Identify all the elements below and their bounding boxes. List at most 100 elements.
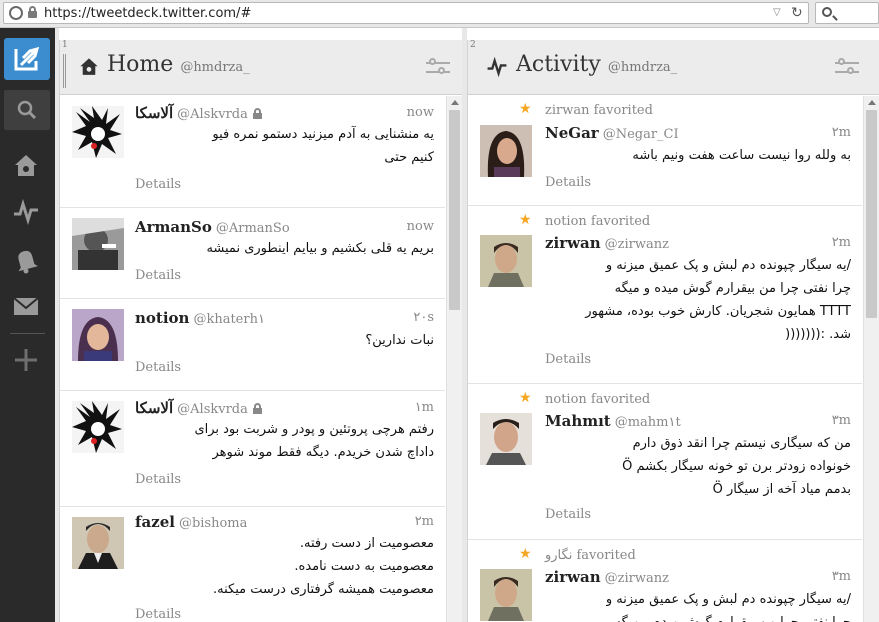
- author-handle[interactable]: @Alskvrda: [177, 107, 248, 122]
- tweet-item[interactable]: fazel @bishoma ٢m معصومیت از دست رفته. مع…: [60, 507, 445, 622]
- tweet-line: کنیم حتی: [384, 150, 434, 165]
- reload-icon[interactable]: ↻: [791, 5, 807, 21]
- tweet-time[interactable]: ٢٠s: [413, 310, 434, 325]
- star-icon: ★: [519, 212, 532, 228]
- scroll-thumb[interactable]: [866, 110, 877, 318]
- author-name[interactable]: zirwan @zirwanz: [545, 234, 669, 252]
- scroll-up-arrow[interactable]: [451, 100, 459, 105]
- address-bar[interactable]: https://tweetdeck.twitter.com/# ▽ ↻: [3, 2, 809, 24]
- url-text[interactable]: https://tweetdeck.twitter.com/#: [44, 6, 251, 21]
- nav-search-button[interactable]: [4, 90, 50, 130]
- avatar[interactable]: [480, 235, 532, 287]
- activity-item[interactable]: ★ zirwan favorited NeGar @Negar_CI ٢m به …: [468, 96, 862, 206]
- details-link[interactable]: Details: [545, 175, 591, 190]
- author-handle[interactable]: @khaterh١: [193, 312, 265, 327]
- tweet-time[interactable]: now: [407, 219, 434, 234]
- browser-search[interactable]: [815, 2, 879, 24]
- tweet-time[interactable]: ٢m: [415, 514, 434, 529]
- tweet-time[interactable]: ٣m: [832, 569, 851, 584]
- author-name-text: ArmanSo: [135, 218, 212, 236]
- nav-home-button[interactable]: [12, 152, 42, 180]
- author-name[interactable]: fazel @bishoma: [135, 513, 247, 531]
- details-link[interactable]: Details: [135, 472, 181, 487]
- author-name-text: آلاسکا: [135, 399, 174, 417]
- column-title: Activity @hmdrza_: [516, 52, 677, 77]
- details-link[interactable]: Details: [135, 607, 181, 622]
- author-handle[interactable]: @mahm١t: [615, 415, 681, 430]
- tweet-line: معصومیت به دست نامده.: [294, 559, 434, 574]
- tweet-item[interactable]: ArmanSo @ArmanSo now بریم یه قلی بکشیم و …: [60, 208, 445, 299]
- tweet-line: بریم یه قلی بکشیم و بیایم اینطوری نمیشه: [206, 241, 434, 256]
- author-name[interactable]: zirwan @zirwanz: [545, 568, 669, 586]
- author-name[interactable]: آلاسکا @Alskvrda: [135, 399, 262, 417]
- details-link[interactable]: Details: [545, 507, 591, 522]
- avatar[interactable]: [72, 517, 124, 569]
- star-icon: ★: [519, 101, 532, 117]
- author-handle[interactable]: @ArmanSo: [216, 221, 290, 236]
- favorited-line[interactable]: zirwan favorited: [545, 103, 653, 118]
- search-icon: [822, 7, 832, 17]
- tweet-line: بدمم میاد آخه از سیگار Ö: [712, 482, 851, 497]
- author-name[interactable]: Mahmıt @mahm١t: [545, 412, 681, 430]
- author-name[interactable]: NeGar @Negar_CI: [545, 124, 679, 142]
- column-settings-icon[interactable]: [426, 56, 450, 78]
- author-name[interactable]: آلاسکا @Alskvrda: [135, 104, 262, 122]
- favorited-line[interactable]: notion favorited: [545, 392, 650, 407]
- drag-handle[interactable]: [63, 54, 66, 88]
- author-name[interactable]: ArmanSo @ArmanSo: [135, 218, 290, 236]
- avatar[interactable]: [480, 125, 532, 177]
- tweet-time[interactable]: ١m: [415, 400, 434, 415]
- tweet-item[interactable]: آلاسکا @Alskvrda now یه منشنایی به آدم می…: [60, 96, 445, 208]
- author-name-text: fazel: [135, 513, 175, 531]
- column-handle: @hmdrza_: [180, 60, 250, 75]
- details-link[interactable]: Details: [545, 352, 591, 367]
- author-handle[interactable]: @zirwanz: [605, 237, 669, 252]
- activity-item[interactable]: ★ notion favorited zirwan @zirwanz ٢m /یه…: [468, 206, 862, 384]
- avatar[interactable]: [72, 218, 124, 270]
- nav-messages-button[interactable]: [12, 292, 42, 320]
- nav-notifications-button[interactable]: [12, 246, 42, 274]
- details-link[interactable]: Details: [135, 268, 181, 283]
- author-name-text: zirwan: [545, 234, 601, 252]
- compose-button[interactable]: [4, 38, 50, 80]
- author-name[interactable]: notion @khaterh١: [135, 309, 265, 327]
- tweet-time[interactable]: now: [407, 105, 434, 120]
- avatar[interactable]: [480, 413, 532, 465]
- scrollbar[interactable]: [863, 96, 879, 622]
- scrollbar[interactable]: [446, 96, 462, 622]
- chevron-down-icon[interactable]: ▽: [773, 7, 785, 19]
- tweet-line: معصومیت همیشه گرفتاری درست میکنه.: [213, 582, 434, 597]
- avatar[interactable]: [72, 106, 124, 158]
- avatar[interactable]: [72, 309, 124, 361]
- activity-icon: [487, 56, 507, 78]
- tweet-line: چرا نفتی چرا من بیقرارم گوش میده و میگه: [614, 281, 851, 296]
- activity-item[interactable]: ★ notion favorited Mahmıt @mahm١t ٣m من ک…: [468, 384, 862, 540]
- nav-activity-button[interactable]: [12, 198, 42, 226]
- details-link[interactable]: Details: [135, 360, 181, 375]
- avatar[interactable]: [480, 569, 532, 621]
- tweet-time[interactable]: ٢m: [832, 125, 851, 140]
- tweet-item[interactable]: notion @khaterh١ ٢٠s نبات ندارین؟ Details: [60, 299, 445, 391]
- column-settings-icon[interactable]: [835, 56, 859, 78]
- author-handle[interactable]: @Negar_CI: [603, 127, 679, 142]
- tweet-line: نبات ندارین؟: [365, 333, 434, 348]
- scroll-thumb[interactable]: [449, 110, 460, 310]
- tweet-item[interactable]: آلاسکا @Alskvrda ١m رفتم هرچی پروتئین و پ…: [60, 391, 445, 507]
- activity-item[interactable]: ★ نگارو favorited zirwan @zirwanz ٣m /یه …: [468, 540, 862, 622]
- tweet-line: یه منشنایی به آدم میزنید دستمو نمره فیو: [212, 127, 434, 142]
- tweet-time[interactable]: ٢m: [832, 235, 851, 250]
- favorited-line[interactable]: نگارو favorited: [545, 548, 636, 563]
- nav-add-column-button[interactable]: [12, 346, 42, 374]
- tweet-time[interactable]: ٣m: [832, 413, 851, 428]
- tweet-text: به ولله روا نیست ساعت هفت ونیم باشه: [632, 144, 851, 167]
- tweet-line: معصومیت از دست رفته.: [299, 536, 434, 551]
- tweet-text: معصومیت از دست رفته. معصومیت به دست نامد…: [213, 532, 434, 601]
- avatar[interactable]: [72, 401, 124, 453]
- details-link[interactable]: Details: [135, 177, 181, 192]
- author-handle[interactable]: @Alskvrda: [177, 402, 248, 417]
- author-handle[interactable]: @zirwanz: [605, 571, 669, 586]
- scroll-up-arrow[interactable]: [868, 100, 876, 105]
- tweet-line: من که سیگاری نیستم چرا انقد ذوق دارم: [632, 436, 851, 451]
- favorited-line[interactable]: notion favorited: [545, 214, 650, 229]
- author-handle[interactable]: @bishoma: [179, 516, 247, 531]
